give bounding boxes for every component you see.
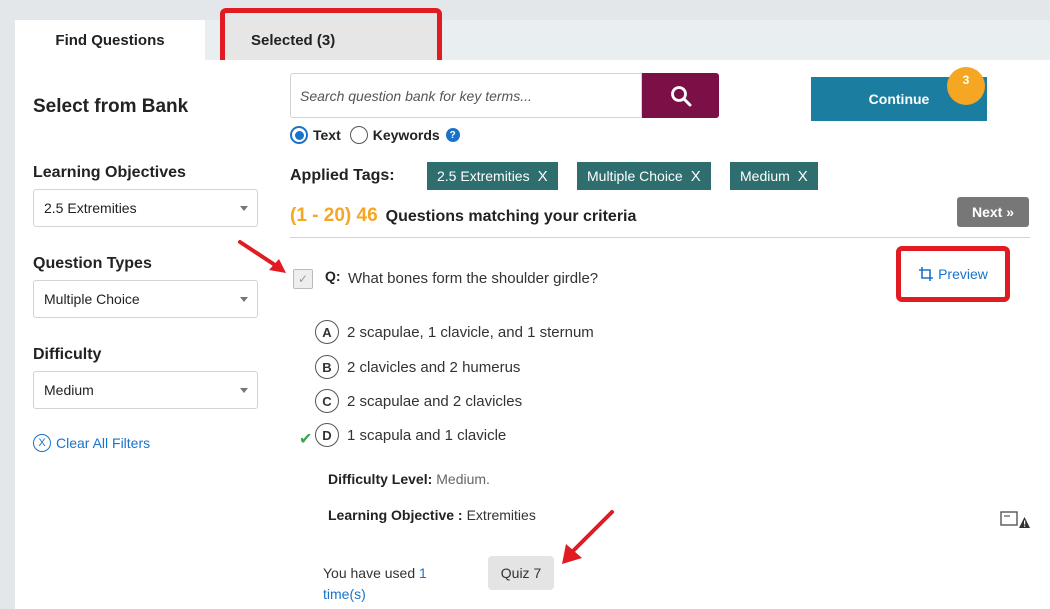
results-text: Questions matching your criteria — [385, 208, 637, 225]
tag-chip: Medium X — [730, 162, 818, 190]
chevron-down-icon — [240, 297, 248, 302]
tag-label: 2.5 Extremities — [437, 168, 530, 184]
chevron-down-icon — [240, 388, 248, 393]
next-page-button[interactable]: Next » — [957, 197, 1029, 227]
question-select-checkbox[interactable]: ✓ — [293, 269, 313, 289]
difficulty-level-row: Difficulty Level: Medium. — [328, 471, 490, 487]
search-icon — [670, 85, 691, 106]
remove-tag-icon[interactable]: X — [798, 168, 808, 185]
divider — [290, 237, 1030, 238]
search-input[interactable]: Search question bank for key terms... — [290, 73, 642, 118]
learning-objectives-value: 2.5 Extremities — [44, 200, 137, 216]
answer-option: A 2 scapulae, 1 clavicle, and 1 sternum — [315, 320, 594, 344]
answer-text: 1 scapula and 1 clavicle — [347, 426, 507, 444]
difficulty-level-label: Difficulty Level: — [328, 471, 433, 487]
quiz-chip[interactable]: Quiz 7 — [488, 556, 554, 590]
difficulty-label: Difficulty — [33, 346, 102, 363]
tag-chip: Multiple Choice X — [577, 162, 711, 190]
difficulty-level-value: Medium. — [436, 471, 490, 487]
sidebar-title: Select from Bank — [33, 96, 189, 117]
preview-button[interactable]: Preview — [896, 246, 1010, 302]
answer-option: D 1 scapula and 1 clavicle — [315, 423, 506, 447]
answer-letter: B — [315, 355, 339, 379]
answer-option: B 2 clavicles and 2 humerus — [315, 355, 520, 379]
question-types-label: Question Types — [33, 255, 152, 272]
search-button[interactable] — [642, 73, 719, 118]
usage-count-link[interactable]: 1 — [419, 565, 427, 581]
results-header: (1 - 20) 46 Questions matching your crit… — [290, 205, 636, 227]
usage-info: You have used 1 time(s) — [323, 563, 453, 605]
question-types-value: Multiple Choice — [44, 291, 140, 307]
radio-keywords-label: Keywords — [372, 127, 440, 143]
results-range: (1 - 20) 46 — [290, 205, 378, 226]
question-text: What bones form the shoulder girdle? — [348, 270, 599, 287]
tab-find-questions[interactable]: Find Questions — [15, 20, 205, 60]
remove-tag-icon[interactable]: X — [691, 168, 701, 185]
answer-letter: D — [315, 423, 339, 447]
answer-text: 2 scapulae, 1 clavicle, and 1 sternum — [347, 323, 594, 341]
tag-chip: 2.5 Extremities X — [427, 162, 558, 190]
answer-letter: A — [315, 320, 339, 344]
clear-all-filters-link[interactable]: X Clear All Filters — [33, 434, 150, 452]
tab-bar: Find Questions Selected (3) — [15, 20, 1050, 60]
report-issue-icon[interactable] — [1000, 510, 1030, 530]
radio-text[interactable] — [290, 126, 308, 144]
main-panel: Select from Bank Learning Objectives 2.5… — [15, 60, 1050, 609]
usage-prefix: You have used — [323, 565, 416, 581]
radio-keywords[interactable] — [349, 126, 368, 144]
correct-answer-check-icon: ✔ — [299, 431, 313, 448]
learning-objectives-label: Learning Objectives — [33, 164, 186, 181]
chevron-down-icon — [240, 206, 248, 211]
clear-icon: X — [33, 434, 51, 452]
difficulty-value: Medium — [44, 382, 94, 398]
search-mode-group: Text Keywords ? — [290, 126, 460, 144]
question-types-select[interactable]: Multiple Choice — [33, 280, 258, 318]
checkmark-icon: ✓ — [297, 272, 309, 286]
answer-option: C 2 scapulae and 2 clavicles — [315, 389, 522, 413]
usage-suffix[interactable]: time(s) — [323, 586, 366, 602]
clear-all-filters-label: Clear All Filters — [56, 435, 151, 451]
learning-objectives-select[interactable]: 2.5 Extremities — [33, 189, 258, 227]
question-prefix: Q: — [325, 268, 341, 284]
answer-text: 2 scapulae and 2 clavicles — [347, 392, 523, 410]
applied-tags-label: Applied Tags: — [290, 167, 395, 184]
tag-label: Medium — [740, 168, 790, 184]
answer-text: 2 clavicles and 2 humerus — [347, 358, 521, 376]
difficulty-select[interactable]: Medium — [33, 371, 258, 409]
crop-icon — [919, 267, 934, 281]
learning-objective-label: Learning Objective : — [328, 507, 463, 523]
answer-letter: C — [315, 389, 339, 413]
radio-text-label: Text — [313, 127, 341, 143]
selected-count-badge: 3 — [947, 67, 985, 105]
tag-label: Multiple Choice — [587, 168, 683, 184]
learning-objective-row: Learning Objective : Extremities — [328, 507, 536, 523]
help-icon[interactable]: ? — [445, 128, 460, 142]
learning-objective-value: Extremities — [466, 507, 536, 523]
remove-tag-icon[interactable]: X — [538, 168, 548, 185]
preview-label: Preview — [938, 266, 988, 282]
